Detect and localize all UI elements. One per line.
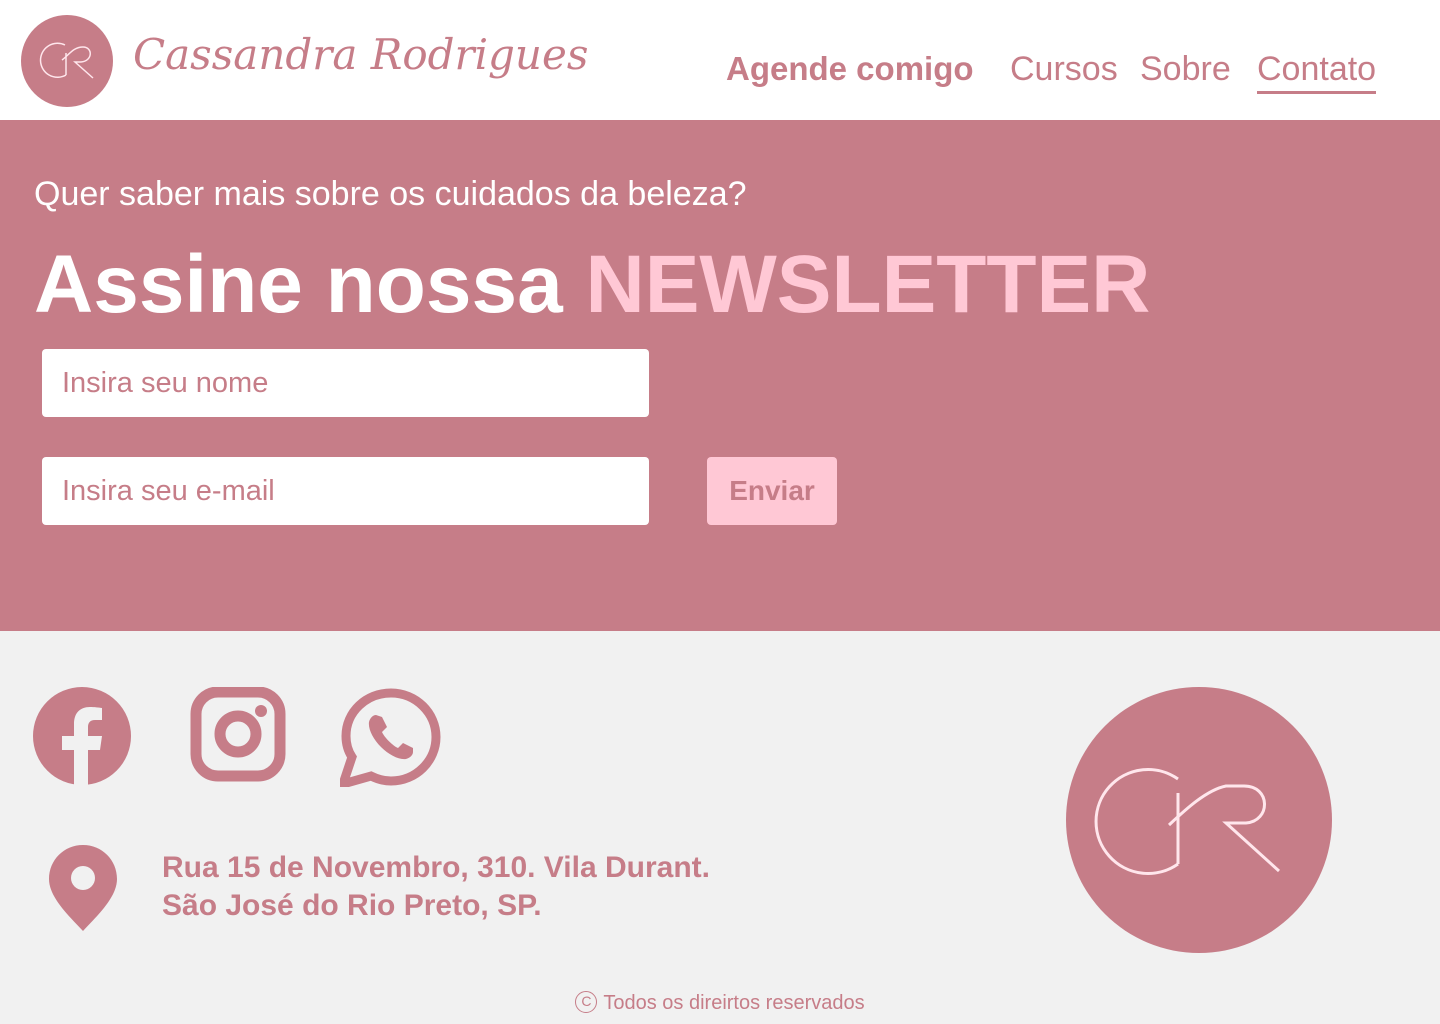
cr-monogram-icon bbox=[39, 42, 94, 79]
facebook-link[interactable] bbox=[33, 687, 133, 787]
nav-sobre[interactable]: Sobre bbox=[1140, 50, 1231, 89]
whatsapp-link[interactable] bbox=[336, 687, 441, 791]
footer-cr-logo bbox=[1066, 687, 1332, 953]
headline-accent: NEWSLETTER bbox=[585, 239, 1151, 330]
submit-button[interactable]: Enviar bbox=[707, 457, 837, 525]
email-input[interactable] bbox=[42, 457, 649, 525]
cr-monogram-icon bbox=[1094, 768, 1281, 875]
newsletter-section: Quer saber mais sobre os cuidados da bel… bbox=[0, 120, 1440, 631]
copyright-icon: C bbox=[575, 991, 598, 1014]
instagram-link[interactable] bbox=[186, 686, 286, 787]
headline-prefix: Assine nossa bbox=[34, 239, 563, 330]
site-footer: Rua 15 de Novembro, 310. Vila Durant. Sã… bbox=[0, 631, 1440, 1024]
name-input[interactable] bbox=[42, 349, 649, 417]
address-line-2: São José do Rio Preto, SP. bbox=[162, 889, 542, 922]
newsletter-headline: Assine nossa NEWSLETTER bbox=[34, 238, 1150, 332]
cr-monogram-logo[interactable] bbox=[21, 15, 113, 107]
brand-name[interactable]: Cassandra Rodrigues bbox=[133, 30, 588, 79]
nav-cursos[interactable]: Cursos bbox=[1010, 50, 1118, 89]
copyright: C Todos os direirtos reservados bbox=[0, 991, 1440, 1015]
address: Rua 15 de Novembro, 310. Vila Durant. Sã… bbox=[162, 849, 710, 925]
location-pin-icon bbox=[49, 845, 117, 931]
nav-agende-comigo[interactable]: Agende comigo bbox=[726, 50, 974, 88]
site-header: Cassandra Rodrigues Agende comigo Cursos… bbox=[0, 0, 1440, 120]
facebook-icon bbox=[33, 687, 131, 785]
copyright-text: Todos os direirtos reservados bbox=[603, 992, 865, 1014]
whatsapp-icon bbox=[336, 688, 441, 791]
nav-contato-active[interactable]: Contato bbox=[1257, 50, 1377, 94]
newsletter-subtitle: Quer saber mais sobre os cuidados da bel… bbox=[34, 175, 747, 213]
address-line-1: Rua 15 de Novembro, 310. Vila Durant. bbox=[162, 851, 710, 884]
instagram-icon bbox=[190, 686, 286, 782]
